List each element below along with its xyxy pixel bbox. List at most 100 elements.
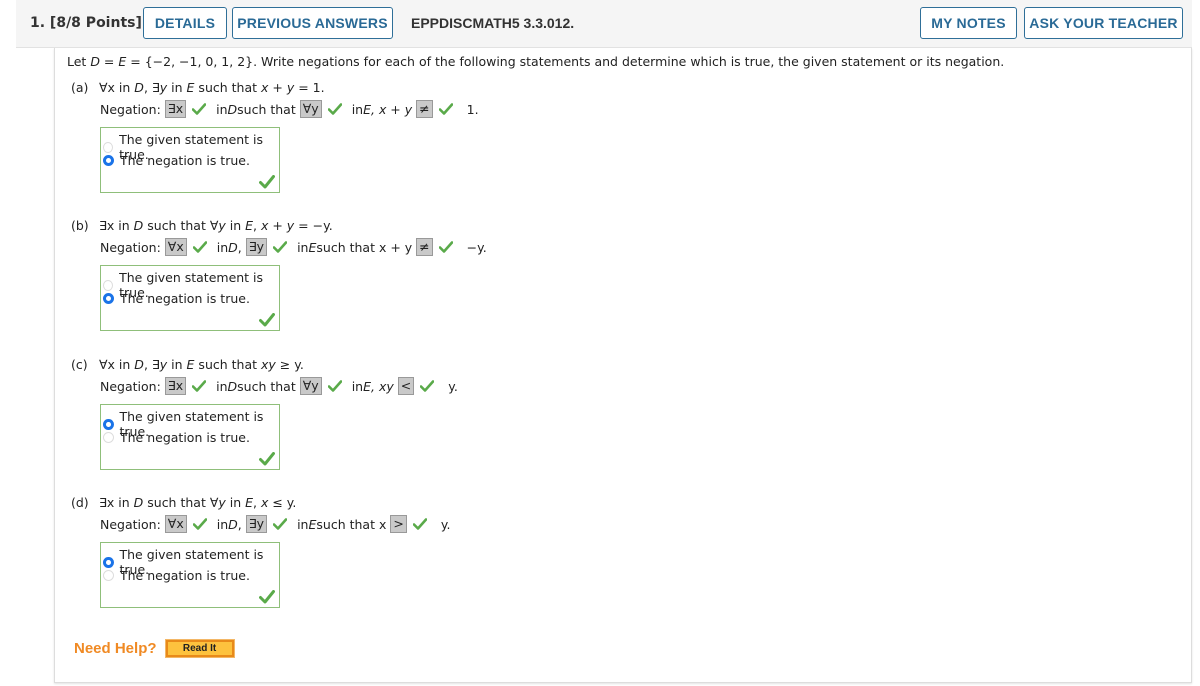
quantifier-select-1[interactable]: ∀x xyxy=(164,515,187,533)
quantifier-select-2[interactable]: ∀y xyxy=(299,377,322,395)
part-statement: (d) ∃x in D such that ∀y in E, x ≤ y. xyxy=(71,495,296,510)
quantifier-select-2[interactable]: ∃y xyxy=(245,238,268,256)
previous-answers-button[interactable]: PREVIOUS ANSWERS xyxy=(232,7,393,39)
quantifier-select-2[interactable]: ∃y xyxy=(245,515,268,533)
correct-check-icon xyxy=(259,312,275,327)
correct-check-icon xyxy=(192,518,208,530)
quantifier-select-1[interactable]: ∀x xyxy=(164,238,187,256)
statement-text: D xyxy=(133,218,144,233)
negation-label: Negation: xyxy=(100,378,161,394)
correct-check-icon xyxy=(327,103,342,115)
part-label: (c) xyxy=(71,357,88,372)
negation-text: such that x + y xyxy=(316,239,413,255)
correct-check-icon xyxy=(272,241,288,253)
statement-text: in xyxy=(114,80,135,95)
negation-text: in xyxy=(351,378,364,394)
correct-check-icon xyxy=(192,241,208,253)
statement-text: in xyxy=(114,495,134,510)
negation-var: E, xy xyxy=(363,378,394,394)
part-statement: (a) ∀x in D, ∃y in E such that x + y = 1. xyxy=(71,80,325,95)
correct-check-icon xyxy=(438,103,453,115)
statement-text: ∃x xyxy=(99,495,115,510)
question-number: 1. [8/8 Points] xyxy=(30,15,142,31)
relation-select[interactable]: ≠ xyxy=(416,100,433,118)
negation-row: Negation: ∀x in D, ∃y in E such that x > y. xyxy=(100,515,450,533)
my-notes-button[interactable]: MY NOTES xyxy=(920,7,1017,39)
correct-check-icon xyxy=(259,174,275,189)
negation-end: y. xyxy=(440,516,451,532)
relation-select[interactable]: > xyxy=(390,515,407,533)
quantifier-select-2[interactable]: ∀y xyxy=(299,100,322,118)
radio-button[interactable] xyxy=(103,155,114,166)
read-it-button[interactable]: Read It xyxy=(164,639,235,658)
radio-button[interactable] xyxy=(103,293,114,304)
part-statement: (c) ∀x in D, ∃y in E such that xy ≥ y. xyxy=(71,357,304,372)
part-statement: (b) ∃x in D such that ∀y in E, x + y = −y… xyxy=(71,218,333,233)
negation-label: Negation: xyxy=(100,101,161,117)
negation-text: , xyxy=(237,516,242,532)
intro-text: = xyxy=(99,54,119,69)
statement-text: D xyxy=(134,80,144,95)
negation-var: D xyxy=(228,516,238,532)
truth-option[interactable]: The negation is true. xyxy=(103,291,250,306)
statement-text: , ∃ xyxy=(143,357,160,372)
truth-option[interactable]: The negation is true. xyxy=(103,568,250,583)
radio-button[interactable] xyxy=(103,556,114,568)
negation-text: in xyxy=(216,378,228,394)
statement-text: in xyxy=(225,218,246,233)
radio-button[interactable] xyxy=(103,432,114,443)
correct-check-icon xyxy=(412,518,428,530)
negation-row: Negation: ∃x in D such that ∀y in E, x + y ≠ 1… xyxy=(100,100,479,118)
radio-button[interactable] xyxy=(103,279,114,291)
statement-text: x + y xyxy=(260,218,295,233)
statement-text: y xyxy=(218,495,226,510)
negation-text: such that xyxy=(237,101,296,117)
negation-row: Negation: ∀x in D, ∃y in E such that x + y ≠ −… xyxy=(100,238,487,256)
need-help-section: Need Help? Read It xyxy=(74,639,235,658)
negation-var: E xyxy=(308,516,317,532)
negation-text: such that x xyxy=(316,516,387,532)
statement-text: such that ∀ xyxy=(143,218,219,233)
negation-label: Negation: xyxy=(100,516,161,532)
details-button[interactable]: DETAILS xyxy=(143,7,227,39)
radio-button[interactable] xyxy=(103,418,114,430)
ask-your-teacher-button[interactable]: ASK YOUR TEACHER xyxy=(1024,7,1183,39)
need-help-label: Need Help? xyxy=(74,640,157,657)
correct-check-icon xyxy=(438,241,453,253)
statement-text: such that ∀ xyxy=(143,495,219,510)
quantifier-select-1[interactable]: ∃x xyxy=(164,100,187,118)
relation-select[interactable]: < xyxy=(397,377,415,395)
statement-text: x + y xyxy=(261,80,295,95)
negation-end: 1. xyxy=(466,101,479,117)
question-header: 1. [8/8 Points] DETAILS PREVIOUS ANSWERS… xyxy=(16,0,1192,48)
truth-option[interactable]: The negation is true. xyxy=(103,430,250,445)
statement-text: D xyxy=(134,357,144,372)
negation-end: −y. xyxy=(466,239,487,255)
part-label: (a) xyxy=(71,80,89,95)
quantifier-select-1[interactable]: ∃x xyxy=(164,377,187,395)
statement-text: , ∃ xyxy=(143,80,160,95)
negation-text: in xyxy=(216,239,229,255)
negation-var: D xyxy=(228,239,238,255)
truth-choice-group: The given statement is true. The negation… xyxy=(100,542,280,608)
statement-text: in xyxy=(114,218,134,233)
statement-text: D xyxy=(133,495,144,510)
relation-select[interactable]: ≠ xyxy=(416,238,433,256)
correct-check-icon xyxy=(327,380,342,392)
option-label: The negation is true. xyxy=(120,153,250,168)
statement-text: = −y. xyxy=(294,218,333,233)
negation-row: Negation: ∃x in D such that ∀y in E, xy < y. xyxy=(100,377,458,395)
negation-text: in xyxy=(297,239,309,255)
radio-button[interactable] xyxy=(103,570,114,581)
correct-check-icon xyxy=(259,589,275,604)
statement-text: such that xyxy=(194,357,261,372)
part-label: (b) xyxy=(71,218,89,233)
correct-check-icon xyxy=(419,380,435,392)
negation-text: in xyxy=(216,516,229,532)
statement-text: y xyxy=(218,218,226,233)
negation-var: E xyxy=(308,239,317,255)
negation-label: Negation: xyxy=(100,239,161,255)
truth-option[interactable]: The negation is true. xyxy=(103,153,250,168)
radio-button[interactable] xyxy=(103,141,114,153)
statement-text: xy xyxy=(261,357,276,372)
